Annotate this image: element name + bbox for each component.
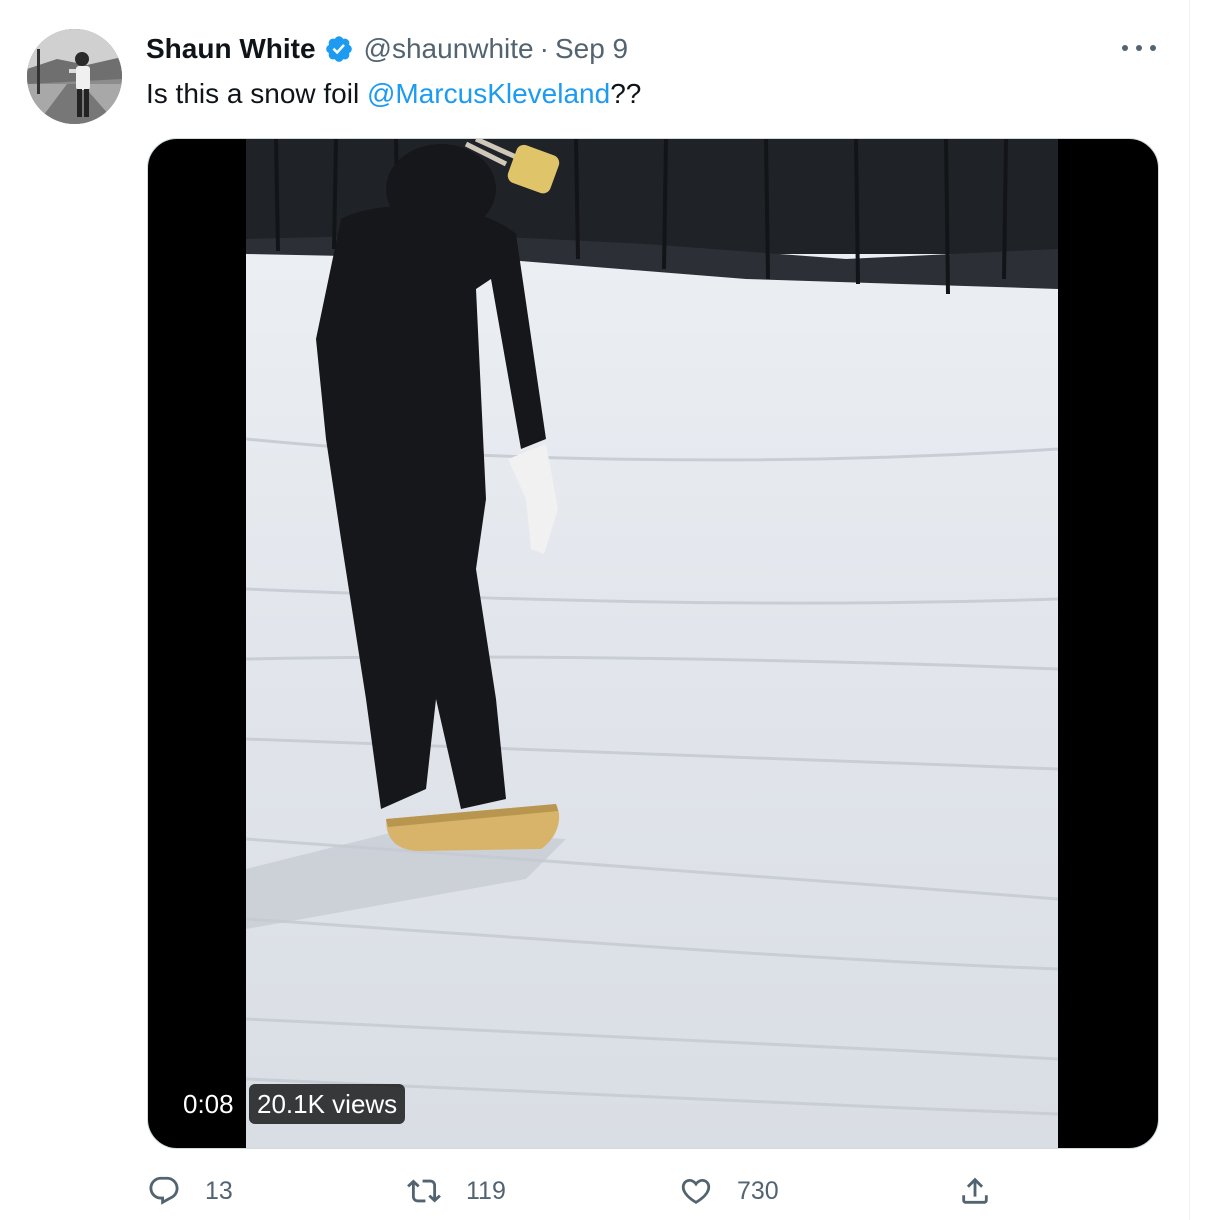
tweet-date[interactable]: Sep 9 — [555, 33, 628, 65]
tweet-text-suffix: ?? — [610, 78, 642, 109]
author-handle[interactable]: @shaunwhite — [364, 33, 534, 65]
verified-badge-icon — [325, 36, 352, 62]
tweet-text: Is this a snow foil @MarcusKleveland?? — [146, 76, 641, 112]
like-button[interactable]: 730 — [679, 1174, 779, 1208]
video-player[interactable]: 0:08 20.1K views — [147, 138, 1159, 1149]
more-icon[interactable] — [1122, 36, 1156, 60]
tweet-actions: 13 119 730 — [0, 1174, 1230, 1214]
timeline-divider — [1189, 0, 1190, 1220]
reply-icon — [149, 1176, 179, 1205]
author-name[interactable]: Shaun White — [146, 33, 316, 65]
mention-link[interactable]: @MarcusKleveland — [367, 78, 610, 109]
share-icon — [962, 1177, 988, 1204]
avatar[interactable] — [27, 29, 122, 124]
heart-icon — [681, 1178, 711, 1204]
like-count: 730 — [737, 1176, 779, 1205]
reply-count: 13 — [205, 1176, 233, 1205]
tweet-header: Shaun White @shaunwhite · Sep 9 — [146, 31, 628, 67]
retweet-button[interactable]: 119 — [406, 1174, 506, 1208]
tweet-text-prefix: Is this a snow foil — [146, 78, 367, 109]
share-button[interactable] — [958, 1174, 992, 1208]
separator-dot: · — [539, 33, 549, 64]
retweet-count: 119 — [466, 1176, 506, 1205]
video-views-badge: 20.1K views — [249, 1084, 406, 1124]
video-duration-badge: 0:08 — [176, 1084, 241, 1124]
avatar-photo — [27, 29, 122, 124]
video-thumbnail — [246, 139, 1058, 1148]
retweet-icon — [407, 1179, 441, 1203]
video-frame[interactable] — [246, 139, 1058, 1148]
reply-button[interactable]: 13 — [147, 1174, 233, 1208]
